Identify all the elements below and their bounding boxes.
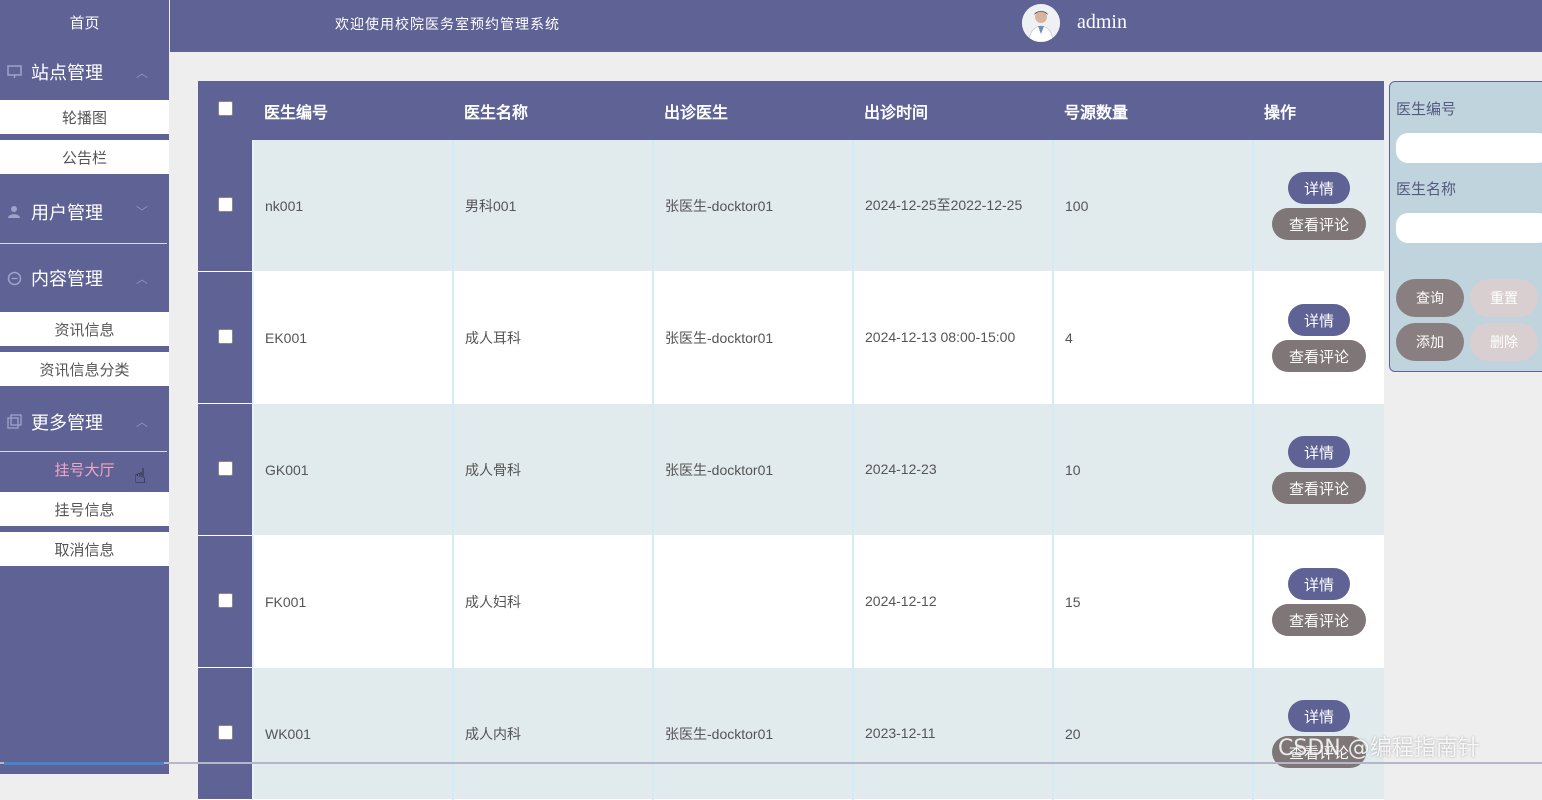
detail-button[interactable]: 详情 <box>1288 435 1350 468</box>
cell-actions: 详情 查看评论 <box>1253 403 1384 536</box>
cell-doctor: 张医生-docktor01 <box>653 667 854 800</box>
cell-time: 2024-12-25至2022-12-25 <box>853 140 1054 272</box>
watermark: CSDN @编程指南针 <box>1278 736 1480 761</box>
sidebar-group-site[interactable]: 站点管理 ︿ <box>0 44 169 100</box>
doctor-name-label: 医生名称 <box>1396 180 1457 198</box>
view-reviews-button[interactable]: 查看评论 <box>1272 603 1366 636</box>
avatar[interactable] <box>1022 4 1060 42</box>
table-row: nk001 男科001 张医生-docktor01 2024-12-25至202… <box>198 140 1384 272</box>
doctor-name-input[interactable] <box>1396 213 1542 243</box>
add-button[interactable]: 添加 <box>1396 323 1464 361</box>
cell-doctor <box>653 535 854 668</box>
top-header: 欢迎使用校院医务室预约管理系统 admin <box>170 0 1542 52</box>
sidebar-item-cancel-info[interactable]: 取消信息 <box>0 532 169 566</box>
cell-name: 成人耳科 <box>453 271 654 404</box>
cell-doctor: 张医生-docktor01 <box>653 271 854 404</box>
detail-button[interactable]: 详情 <box>1288 699 1350 732</box>
query-button[interactable]: 查询 <box>1396 279 1464 317</box>
select-all-checkbox[interactable] <box>218 101 233 116</box>
cell-time: 2024-12-12 <box>853 535 1054 668</box>
row-checkbox[interactable] <box>217 724 233 740</box>
sidebar-group-label: 内容管理 <box>31 269 103 290</box>
select-all-cell <box>198 81 253 140</box>
cell-id: WK001 <box>253 667 454 800</box>
cell-name: 成人骨科 <box>453 403 654 536</box>
col-header-name: 医生名称 <box>453 81 653 140</box>
sidebar-group-content[interactable]: 内容管理 ︿ <box>0 244 169 312</box>
view-reviews-button[interactable]: 查看评论 <box>1272 207 1366 240</box>
sidebar-item-carousel[interactable]: 轮播图 <box>0 100 169 134</box>
search-panel: 医生编号 医生名称 查询 重置 添加 删除 <box>1389 81 1542 372</box>
doctor-id-label: 医生编号 <box>1396 100 1457 118</box>
col-header-actions: 操作 <box>1253 81 1384 140</box>
chevron-down-icon: ﹀ <box>136 205 149 219</box>
cell-actions: 详情 查看评论 <box>1253 535 1384 668</box>
copy-icon <box>6 414 22 430</box>
cell-count: 10 <box>1053 403 1254 536</box>
detail-button[interactable]: 详情 <box>1288 171 1350 204</box>
view-reviews-button[interactable]: 查看评论 <box>1272 471 1366 504</box>
view-reviews-button[interactable]: 查看评论 <box>1272 339 1366 372</box>
sidebar-home[interactable]: 首页 <box>0 0 169 44</box>
doctor-id-input[interactable] <box>1396 133 1542 163</box>
cell-id: FK001 <box>253 535 454 668</box>
cell-count: 100 <box>1053 140 1254 272</box>
sidebar-group-label: 更多管理 <box>31 412 103 434</box>
cell-doctor: 张医生-docktor01 <box>653 140 854 272</box>
cell-id: GK001 <box>253 403 454 536</box>
hand-cursor-icon: ☝ <box>134 464 147 488</box>
cell-actions: 详情 查看评论 <box>1253 140 1384 272</box>
row-checkbox[interactable] <box>217 592 233 608</box>
sidebar-group-user[interactable]: 用户管理 ﹀ <box>0 180 167 244</box>
bottom-divider <box>0 762 1542 764</box>
user-icon <box>6 204 22 220</box>
col-header-count: 号源数量 <box>1053 81 1253 140</box>
cell-name: 男科001 <box>453 140 654 272</box>
col-header-time: 出诊时间 <box>853 81 1053 140</box>
sidebar-item-registration-info[interactable]: 挂号信息 <box>0 492 169 526</box>
sidebar-item-news-category[interactable]: 资讯信息分类 <box>0 352 169 386</box>
cell-count: 15 <box>1053 535 1254 668</box>
table-row: WK001 成人内科 张医生-docktor01 2023-12-11 20 详… <box>198 667 1384 800</box>
delete-button[interactable]: 删除 <box>1470 323 1538 361</box>
table-row: EK001 成人耳科 张医生-docktor01 2024-12-13 08:0… <box>198 271 1384 404</box>
doctor-table: 医生编号 医生名称 出诊医生 出诊时间 号源数量 操作 nk001 男科001 … <box>198 81 1384 800</box>
sidebar-item-notice[interactable]: 公告栏 <box>0 140 169 174</box>
cell-doctor: 张医生-docktor01 <box>653 403 854 536</box>
chat-icon <box>6 270 22 286</box>
cell-count: 20 <box>1053 667 1254 800</box>
monitor-icon <box>6 64 22 80</box>
reset-button[interactable]: 重置 <box>1470 279 1538 317</box>
chevron-up-icon: ︿ <box>136 271 149 286</box>
row-checkbox[interactable] <box>217 460 233 476</box>
cell-name: 成人内科 <box>453 667 654 800</box>
cell-time: 2023-12-11 <box>853 667 1054 800</box>
sidebar: 首页 站点管理 ︿ 轮播图 公告栏 用户管理 ﹀ 内容管理 ︿ 资讯信息 资讯信… <box>0 0 169 774</box>
cell-count: 4 <box>1053 271 1254 404</box>
detail-button[interactable]: 详情 <box>1288 567 1350 600</box>
cell-id: nk001 <box>253 140 454 272</box>
cell-name: 成人妇科 <box>453 535 654 668</box>
username[interactable]: admin <box>1077 11 1127 34</box>
sidebar-item-news[interactable]: 资讯信息 <box>0 312 169 346</box>
table-row: GK001 成人骨科 张医生-docktor01 2024-12-23 10 详… <box>198 403 1384 536</box>
cell-actions: 详情 查看评论 <box>1253 271 1384 404</box>
chevron-up-icon: ︿ <box>136 415 149 429</box>
table-header-row: 医生编号 医生名称 出诊医生 出诊时间 号源数量 操作 <box>198 81 1384 140</box>
sidebar-group-more[interactable]: 更多管理 ︿ <box>0 392 167 452</box>
sidebar-group-label: 站点管理 <box>31 63 103 84</box>
horizontal-scrollbar[interactable] <box>4 762 164 765</box>
table-row: FK001 成人妇科 2024-12-12 15 详情 查看评论 <box>198 535 1384 668</box>
col-header-id: 医生编号 <box>253 81 453 140</box>
cell-time: 2024-12-13 08:00-15:00 <box>853 271 1054 404</box>
row-checkbox[interactable] <box>217 196 233 212</box>
cell-time: 2024-12-23 <box>853 403 1054 536</box>
cell-id: EK001 <box>253 271 454 404</box>
row-checkbox[interactable] <box>217 328 233 344</box>
welcome-text: 欢迎使用校院医务室预约管理系统 <box>335 17 560 33</box>
detail-button[interactable]: 详情 <box>1288 303 1350 336</box>
chevron-up-icon: ︿ <box>136 65 149 80</box>
sidebar-group-label: 用户管理 <box>31 202 103 224</box>
col-header-doctor: 出诊医生 <box>653 81 853 140</box>
